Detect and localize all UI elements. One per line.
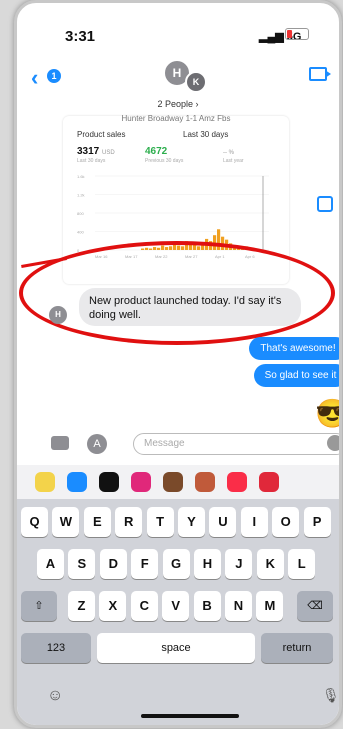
key-k[interactable]: K <box>256 549 284 579</box>
home-indicator <box>141 714 239 718</box>
emoji-keyboard-icon[interactable]: ☺ <box>47 687 63 705</box>
metric-value: -- % <box>223 150 234 156</box>
conversation-header: ‹ 1 H K 2 People › <box>17 55 339 117</box>
metric-label: Last year <box>223 158 244 164</box>
key-m[interactable]: M <box>256 591 284 621</box>
key-w[interactable]: W <box>52 507 80 537</box>
key-c[interactable]: C <box>130 591 158 621</box>
metric-label: Previous 30 days <box>145 158 184 164</box>
space-key[interactable]: space <box>97 633 255 663</box>
key-u[interactable]: U <box>209 507 237 537</box>
battery-icon <box>285 28 309 40</box>
group-name[interactable]: 2 People › <box>17 99 339 109</box>
key-h[interactable]: H <box>194 549 221 579</box>
incoming-message[interactable]: New product launched today. I'd say it's… <box>79 288 301 326</box>
y-tick-label: 1.6k <box>77 174 85 179</box>
key-g[interactable]: G <box>162 549 190 579</box>
key-t[interactable]: T <box>146 507 174 537</box>
key-v[interactable]: V <box>162 591 190 621</box>
return-key[interactable]: return <box>261 633 333 663</box>
camera-icon[interactable] <box>51 436 69 450</box>
outgoing-message[interactable]: So glad to see it <box>254 364 339 387</box>
phone-screen: 3:31 ▂▄▆ 5G ‹ 1 H K 2 People › Hunter Br… <box>14 0 342 728</box>
message-input[interactable]: Message <box>133 433 339 455</box>
app-store-icon[interactable]: A <box>87 434 107 454</box>
key-z[interactable]: Z <box>68 591 95 621</box>
numbers-key[interactable]: 123 <box>21 633 91 663</box>
key-o[interactable]: O <box>272 507 300 537</box>
screenshot-tab: Product sales <box>77 130 126 139</box>
search-images-icon[interactable] <box>131 472 151 492</box>
key-b[interactable]: B <box>193 591 221 621</box>
key-j[interactable]: J <box>225 549 253 579</box>
memoji-icon[interactable] <box>163 472 183 492</box>
music-icon[interactable] <box>227 472 247 492</box>
key-r[interactable]: R <box>115 507 143 537</box>
apple-pay-icon[interactable] <box>99 472 119 492</box>
y-tick-label: 400 <box>77 230 84 235</box>
key-i[interactable]: I <box>240 507 268 537</box>
sender-avatar[interactable]: H <box>49 306 67 324</box>
metric-label: Last 30 days <box>77 158 106 164</box>
audio-message-icon[interactable] <box>327 435 339 451</box>
unread-badge: 1 <box>47 69 61 83</box>
screenshot-tab: Last 30 days <box>183 130 229 139</box>
share-icon[interactable] <box>317 196 333 212</box>
keyboard: ☺ 🎙 Q W E R T Y U I O P A S D F G H J K L ⇧ Z X C V B N M ⌫ 123 space… <box>17 499 339 725</box>
y-tick-label: 800 <box>77 211 84 216</box>
key-y[interactable]: Y <box>178 507 205 537</box>
key-x[interactable]: X <box>99 591 127 621</box>
imessage-app-row <box>17 465 339 499</box>
message-input-bar: A Message <box>17 433 339 457</box>
key-f[interactable]: F <box>131 549 159 579</box>
key-p[interactable]: P <box>303 507 331 537</box>
key-s[interactable]: S <box>68 549 96 579</box>
back-button[interactable]: ‹ <box>31 65 38 91</box>
avatar[interactable]: K <box>185 71 207 93</box>
video-call-icon[interactable] <box>309 67 331 81</box>
key-d[interactable]: D <box>99 549 127 579</box>
photos-icon[interactable] <box>35 472 55 492</box>
status-time: 3:31 <box>65 28 96 45</box>
key-q[interactable]: Q <box>21 507 48 537</box>
y-tick-label: 1.2k <box>77 193 85 198</box>
screenshot-title: Hunter Broadway 1-1 Amz Fbs <box>121 114 231 123</box>
emoji-message[interactable]: 😎 <box>315 397 339 430</box>
outgoing-message[interactable]: That's awesome! <box>249 337 339 360</box>
metric-value: 3317 USD <box>77 146 115 157</box>
digital-touch-icon[interactable] <box>259 472 279 492</box>
key-n[interactable]: N <box>225 591 252 621</box>
app-store-icon[interactable] <box>67 472 87 492</box>
memoji-stickers-icon[interactable] <box>195 472 215 492</box>
key-a[interactable]: A <box>37 549 64 579</box>
key-l[interactable]: L <box>288 549 316 579</box>
dictation-icon[interactable]: 🎙 <box>322 687 339 704</box>
metric-value: 4672 <box>145 146 168 157</box>
delete-key[interactable]: ⌫ <box>297 591 333 621</box>
key-e[interactable]: E <box>83 507 111 537</box>
shift-key[interactable]: ⇧ <box>21 591 57 621</box>
